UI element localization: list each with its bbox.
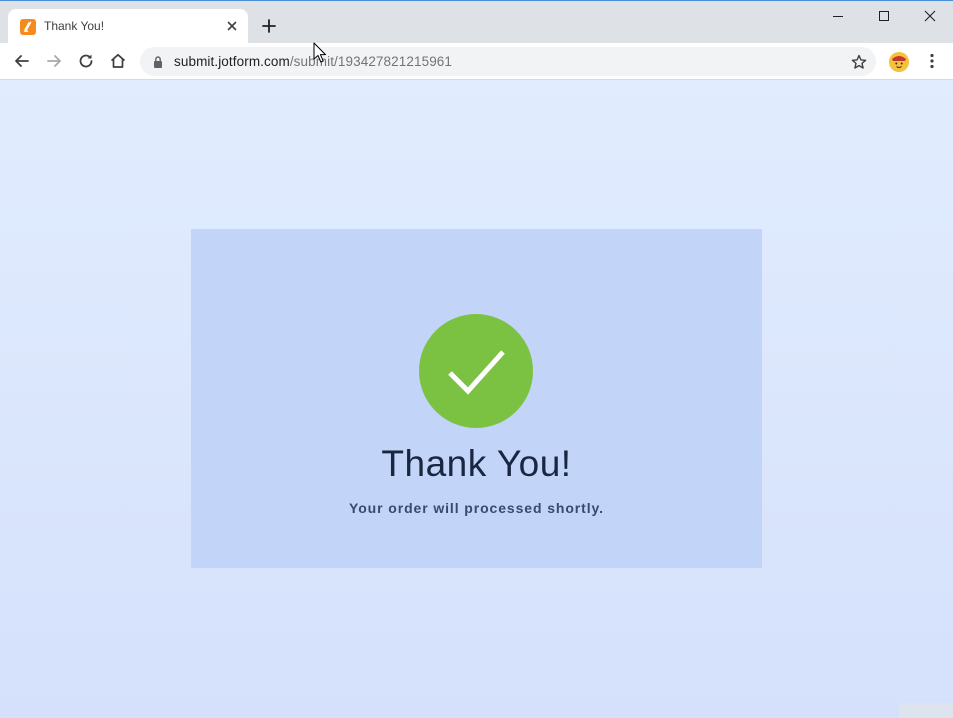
tab-title: Thank You! bbox=[44, 19, 105, 33]
plus-icon[interactable] bbox=[260, 17, 278, 35]
page-viewport: Thank You! Your order will processed sho… bbox=[0, 80, 953, 718]
minimize-icon[interactable] bbox=[815, 5, 861, 27]
address-bar[interactable]: submit.jotform.com/submit/19342782121596… bbox=[140, 47, 876, 76]
home-icon[interactable] bbox=[108, 51, 128, 71]
star-icon[interactable] bbox=[850, 53, 868, 71]
back-arrow-icon[interactable] bbox=[12, 51, 32, 71]
close-icon[interactable] bbox=[224, 18, 240, 34]
kebab-menu-icon[interactable] bbox=[922, 51, 942, 71]
mouse-cursor-icon bbox=[313, 42, 327, 64]
thank-you-card: Thank You! Your order will processed sho… bbox=[191, 229, 762, 568]
success-badge bbox=[419, 314, 533, 428]
thank-you-heading: Thank You! bbox=[381, 443, 572, 484]
browser-tab-strip: Thank You! bbox=[0, 0, 953, 44]
page-corner-element bbox=[899, 703, 953, 718]
reload-icon[interactable] bbox=[76, 51, 96, 71]
profile-avatar[interactable] bbox=[889, 52, 909, 72]
confirmation-message: Your order will processed shortly. bbox=[349, 500, 604, 516]
checkmark-icon bbox=[448, 350, 505, 395]
jotform-favicon-icon bbox=[20, 19, 36, 35]
browser-toolbar: submit.jotform.com/submit/19342782121596… bbox=[0, 43, 953, 80]
forward-arrow-icon[interactable] bbox=[44, 51, 64, 71]
url-host: submit.jotform.com bbox=[174, 54, 290, 69]
browser-tab[interactable]: Thank You! bbox=[8, 9, 248, 44]
lock-icon[interactable] bbox=[152, 55, 164, 69]
close-icon[interactable] bbox=[907, 5, 953, 27]
maximize-icon[interactable] bbox=[861, 5, 907, 27]
